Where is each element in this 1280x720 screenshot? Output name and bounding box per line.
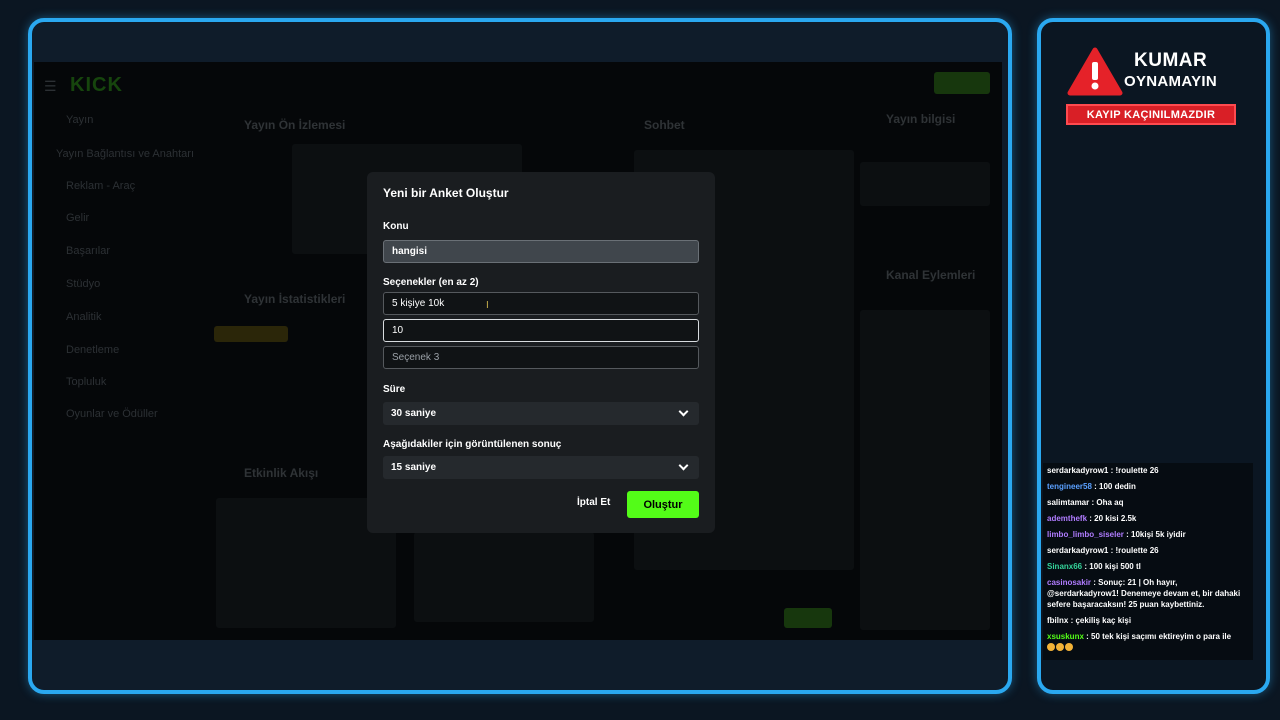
chat-message: salimtamar : Oha aq	[1047, 497, 1249, 508]
option-input-1[interactable]: 5 kişiye 10k	[383, 292, 699, 315]
chat-text: : 10kişi 5k iyidir	[1123, 530, 1186, 539]
chat-username[interactable]: serdarkadyrow1	[1047, 466, 1108, 475]
warning-subtitle: OYNAMAYIN	[1124, 73, 1217, 90]
emote-icon	[1047, 643, 1055, 651]
chat-text: : Oha aq	[1089, 498, 1124, 507]
chat-overlay: serdarkadyrow1 : !roulette 26 tengineer58…	[1043, 463, 1253, 660]
chat-text: : 20 kisi 2.5k	[1087, 514, 1137, 523]
chevron-down-icon	[678, 460, 689, 471]
text-cursor-icon: I	[486, 300, 489, 311]
result-duration-value: 15 saniye	[391, 462, 437, 473]
chat-text: : 100 kişi 500 tl	[1082, 562, 1141, 571]
topic-label: Konu	[383, 221, 409, 232]
chat-message: fbilnx : çekiliş kaç kişi	[1047, 615, 1249, 626]
options-label: Seçenekler (en az 2)	[383, 277, 479, 288]
chat-username[interactable]: Sinanx66	[1047, 562, 1082, 571]
create-poll-modal: Yeni bir Anket Oluştur Konu hangisi Seçe…	[367, 172, 715, 533]
chat-username[interactable]: limbo_limbo_siseler	[1047, 530, 1124, 539]
warning-tag: KAYIP KAÇINILMAZDIR	[1066, 104, 1236, 125]
chat-message: tengineer58 : 100 dedin	[1047, 481, 1249, 492]
chat-message: ademthefk : 20 kisi 2.5k	[1047, 513, 1249, 524]
result-label: Aşağıdakiler için görüntülenen sonuç	[383, 439, 562, 450]
chat-username[interactable]: salimtamar	[1047, 498, 1089, 507]
result-duration-select[interactable]: 15 saniye	[383, 456, 699, 479]
chat-username[interactable]: fbilnx	[1047, 616, 1068, 625]
chevron-down-icon	[678, 406, 689, 417]
chat-message: casinosakir : Sonuç: 21 | Oh hayır, @ser…	[1047, 577, 1249, 610]
emote-icon	[1065, 643, 1073, 651]
chat-username[interactable]: xsuskunx	[1047, 632, 1084, 641]
warning-title: KUMAR	[1134, 50, 1208, 71]
chat-message: limbo_limbo_siseler : 10kişi 5k iyidir	[1047, 529, 1249, 540]
modal-title: Yeni bir Anket Oluştur	[383, 186, 509, 200]
chat-message: serdarkadyrow1 : !roulette 26	[1047, 465, 1249, 476]
chat-text: : 50 tek kişi saçımı ektireyim o para il…	[1083, 632, 1232, 641]
chat-message: Sinanx66 : 100 kişi 500 tl	[1047, 561, 1249, 572]
duration-label: Süre	[383, 384, 406, 395]
stream-overlay: ☰ KICK Yayın Yayın Bağlantısı ve Anahtar…	[0, 0, 1280, 720]
emote-icon	[1056, 643, 1064, 651]
chat-text: : çekiliş kaç kişi	[1068, 616, 1132, 625]
chat-text: : !roulette 26	[1108, 466, 1159, 475]
chat-text: : 100 dedin	[1091, 482, 1136, 491]
duration-select[interactable]: 30 saniye	[383, 402, 699, 425]
chat-username[interactable]: ademthefk	[1047, 514, 1087, 523]
create-button[interactable]: Oluştur	[627, 491, 699, 518]
warning-triangle-icon	[1067, 47, 1123, 96]
chat-message: serdarkadyrow1 : !roulette 26	[1047, 545, 1249, 556]
topic-input[interactable]: hangisi	[383, 240, 699, 263]
chat-username[interactable]: casinosakir	[1047, 578, 1091, 587]
chat-message: xsuskunx : 50 tek kişi saçımı ektireyim …	[1047, 631, 1249, 653]
chat-username[interactable]: serdarkadyrow1	[1047, 546, 1108, 555]
chat-text: : !roulette 26	[1108, 546, 1159, 555]
option-input-2[interactable]: 10	[383, 319, 699, 342]
duration-value: 30 saniye	[391, 408, 437, 419]
cancel-button[interactable]: İptal Et	[577, 497, 610, 508]
chat-username[interactable]: tengineer58	[1047, 482, 1092, 491]
option-input-3[interactable]: Seçenek 3	[383, 346, 699, 369]
